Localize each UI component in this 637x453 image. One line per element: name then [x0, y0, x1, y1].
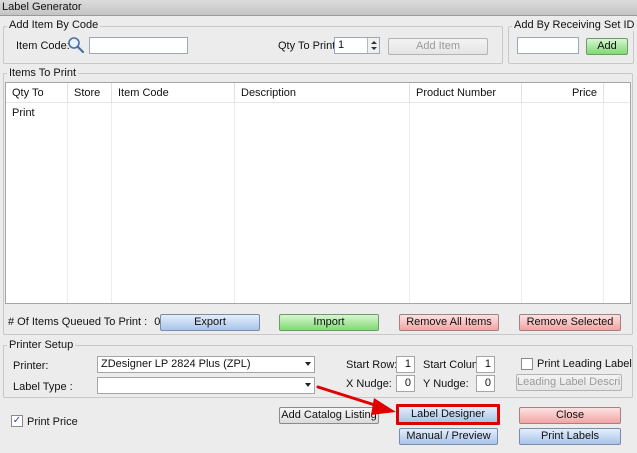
chevron-down-icon [305, 362, 311, 366]
print-leading-label-text: Print Leading Label [537, 358, 632, 370]
item-code-input[interactable] [89, 37, 188, 54]
column-divider [111, 103, 112, 303]
column-divider [521, 103, 522, 303]
column-qty-to-print[interactable]: Qty To Print [6, 83, 68, 119]
queued-label-text: # Of Items Queued To Print : [8, 316, 148, 328]
column-divider [603, 103, 604, 303]
label-type-label: Label Type : [13, 381, 73, 393]
column-item-code[interactable]: Item Code [112, 83, 235, 103]
start-column-input[interactable]: 1 [476, 356, 495, 373]
start-row-input[interactable]: 1 [396, 356, 415, 373]
qty-to-print-value: 1 [338, 39, 345, 51]
label-designer-button[interactable]: Label Designer [396, 404, 500, 425]
manual-preview-button[interactable]: Manual / Preview [399, 428, 498, 445]
column-price[interactable]: Price [522, 83, 604, 103]
label-type-select[interactable] [97, 377, 315, 394]
queued-count-label: # Of Items Queued To Print : 0 [8, 315, 160, 329]
export-button[interactable]: Export [160, 314, 260, 331]
leading-label-description-button[interactable]: Leading Label Description [516, 374, 622, 391]
window-titlebar: Label Generator [0, 0, 637, 16]
add-item-button[interactable]: Add Item [388, 38, 488, 55]
printer-select-value: ZDesigner LP 2824 Plus (ZPL) [101, 358, 251, 370]
print-labels-button[interactable]: Print Labels [519, 428, 621, 445]
annotation-arrow-icon [316, 384, 400, 420]
close-button[interactable]: Close [519, 407, 621, 424]
start-row-label: Start Row: [346, 359, 398, 371]
y-nudge-input[interactable]: 0 [476, 375, 495, 392]
chevron-down-icon [305, 383, 311, 387]
import-button[interactable]: Import [279, 314, 379, 331]
item-code-label: Item Code: [16, 40, 70, 52]
receiving-group-title: Add By Receiving Set ID [512, 19, 637, 31]
column-divider [409, 103, 410, 303]
window-title: Label Generator [2, 1, 82, 13]
print-price-checkbox[interactable]: ✓ [11, 415, 23, 427]
column-description[interactable]: Description [235, 83, 410, 103]
y-nudge-label: Y Nudge: [423, 378, 469, 390]
remove-selected-button[interactable]: Remove Selected [519, 314, 621, 331]
items-to-print-title: Items To Print [7, 67, 79, 79]
print-leading-label-checkbox[interactable] [521, 358, 533, 370]
column-filler [604, 83, 630, 103]
column-store[interactable]: Store [68, 83, 112, 103]
label-designer-button-label: Label Designer [411, 408, 485, 420]
add-receiving-button[interactable]: Add [586, 38, 628, 55]
qty-to-print-label: Qty To Print: [278, 40, 339, 52]
printer-label: Printer: [13, 360, 49, 372]
search-icon[interactable] [67, 36, 85, 54]
print-price-label: Print Price [27, 416, 78, 428]
add-item-group-title: Add Item By Code [7, 19, 101, 31]
receiving-set-input[interactable] [517, 37, 579, 54]
stepper-arrows[interactable] [367, 38, 379, 53]
column-divider [67, 103, 68, 303]
column-divider [234, 103, 235, 303]
column-product-number[interactable]: Product Number [410, 83, 522, 103]
printer-select[interactable]: ZDesigner LP 2824 Plus (ZPL) [97, 356, 315, 373]
remove-all-items-button[interactable]: Remove All Items [399, 314, 499, 331]
printer-setup-title: Printer Setup [7, 339, 76, 351]
items-listview[interactable]: Qty To Print Store Item Code Description… [5, 82, 631, 304]
qty-to-print-stepper[interactable]: 1 [334, 37, 380, 54]
